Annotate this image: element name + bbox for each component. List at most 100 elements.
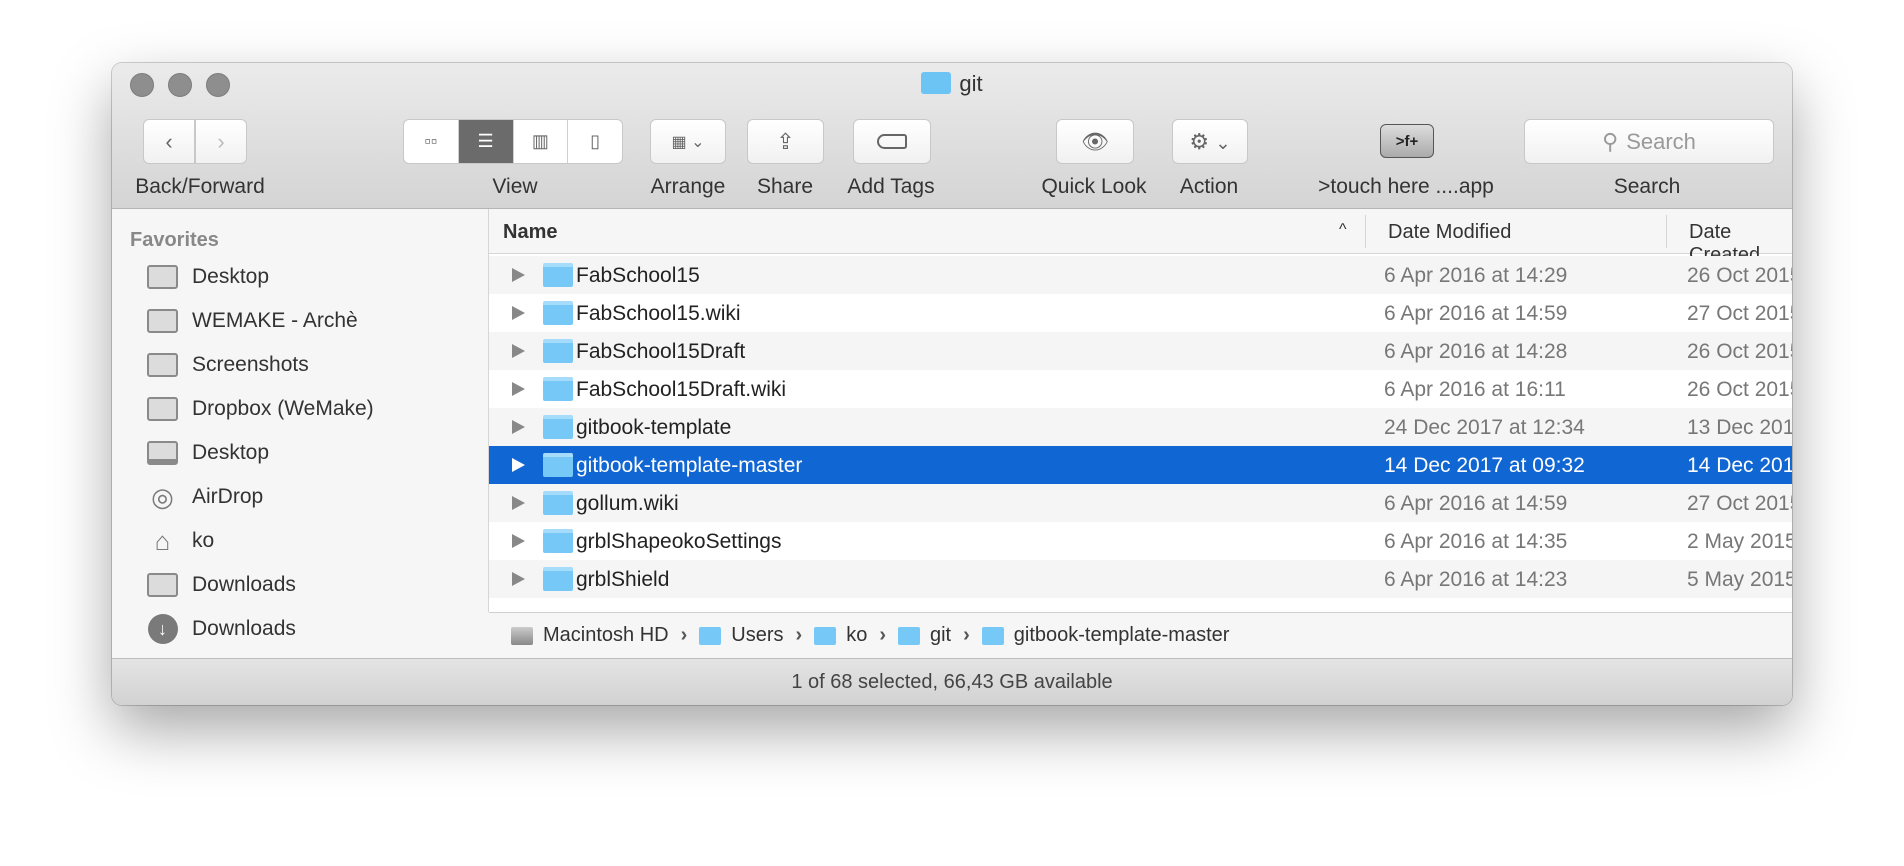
toolbar: git ‹ › Back/Forward ▫▫ ☰ ▥ ▯ View ▦ ⌄ A… xyxy=(112,63,1792,209)
disclosure-triangle-icon[interactable] xyxy=(512,496,525,510)
folder-icon xyxy=(543,567,573,591)
icon-view-button[interactable]: ▫▫ xyxy=(404,120,459,163)
quick-look-button[interactable]: 👁 xyxy=(1056,119,1134,164)
disclosure-triangle-icon[interactable] xyxy=(512,420,525,434)
chevron-right-icon: › xyxy=(879,624,886,646)
sidebar-item-desktop[interactable]: Desktop xyxy=(147,257,269,297)
view-switcher[interactable]: ▫▫ ☰ ▥ ▯ xyxy=(403,119,623,164)
folder-icon xyxy=(543,301,573,325)
sidebar-item-label: Downloads xyxy=(192,617,296,640)
folder-icon xyxy=(543,263,573,287)
favorites-heading: Favorites xyxy=(130,229,219,251)
gear-icon: ⚙ ⌄ xyxy=(1189,128,1231,154)
list-header: Name ^ Date Modified Date Created xyxy=(489,209,1792,266)
disclosure-triangle-icon[interactable] xyxy=(512,344,525,358)
column-divider[interactable] xyxy=(1365,215,1366,248)
finder-window: git ‹ › Back/Forward ▫▫ ☰ ▥ ▯ View ▦ ⌄ A… xyxy=(112,63,1792,705)
date-created: 27 Oct 2015 at 15:3 xyxy=(1687,302,1792,325)
table-row[interactable]: FabSchool15Draft 6 Apr 2016 at 14:28 26 … xyxy=(489,332,1792,370)
disclosure-triangle-icon[interactable] xyxy=(512,382,525,396)
sidebar-item-home[interactable]: ⌂ ko xyxy=(147,521,215,561)
table-row[interactable]: gollum.wiki 6 Apr 2016 at 14:59 27 Oct 2… xyxy=(489,484,1792,522)
date-modified: 6 Apr 2016 at 14:59 xyxy=(1384,492,1568,515)
date-created: 27 Oct 2015 at 11:2 xyxy=(1687,492,1792,515)
column-header-name[interactable]: Name xyxy=(503,221,557,244)
table-row[interactable] xyxy=(489,598,1792,612)
download-icon: ↓ xyxy=(147,614,178,644)
path-item[interactable]: ko xyxy=(846,624,867,647)
disclosure-triangle-icon[interactable] xyxy=(512,534,525,548)
folder-icon xyxy=(543,377,573,401)
path-item[interactable]: gitbook-template-master xyxy=(1014,624,1230,647)
back-button[interactable]: ‹ xyxy=(143,119,195,164)
cover-flow-button[interactable]: ▯ xyxy=(568,120,622,163)
file-list: Name ^ Date Modified Date Created FabSch… xyxy=(489,209,1792,612)
date-modified: 6 Apr 2016 at 14:59 xyxy=(1384,302,1568,325)
window-title: git xyxy=(112,71,1792,97)
sidebar-item-downloads[interactable]: Downloads xyxy=(147,565,296,605)
tag-icon xyxy=(877,134,907,149)
chevron-right-icon: › xyxy=(795,624,803,646)
action-label: Action xyxy=(1179,175,1239,198)
folder-icon xyxy=(921,72,952,94)
table-row[interactable]: grblShield 6 Apr 2016 at 14:23 5 May 201… xyxy=(489,560,1792,598)
add-tags-button[interactable] xyxy=(853,119,931,164)
sidebar-item-downloads-2[interactable]: ↓ Downloads xyxy=(147,609,296,649)
disclosure-triangle-icon[interactable] xyxy=(512,572,525,586)
disclosure-triangle-icon[interactable] xyxy=(512,458,525,472)
sort-ascending-icon: ^ xyxy=(1339,221,1347,238)
share-button[interactable]: ⇪ xyxy=(747,119,824,164)
sidebar-item-label: Dropbox (WeMake) xyxy=(192,397,374,420)
eye-icon: 👁 xyxy=(1081,128,1109,154)
table-row[interactable]: FabSchool15.wiki 6 Apr 2016 at 14:59 27 … xyxy=(489,294,1792,332)
forward-button[interactable]: › xyxy=(195,119,247,164)
folder-icon xyxy=(981,626,1004,645)
file-name: FabSchool15.wiki xyxy=(576,302,741,325)
column-divider[interactable] xyxy=(1666,215,1667,248)
sidebar-item-dropbox[interactable]: Dropbox (WeMake) xyxy=(147,389,374,429)
date-modified: 14 Dec 2017 at 09:32 xyxy=(1384,454,1585,477)
path-item[interactable]: Macintosh HD xyxy=(543,624,669,647)
folder-icon xyxy=(699,626,722,645)
column-header-modified[interactable]: Date Modified xyxy=(1388,221,1511,244)
touch-app-button[interactable]: >f+ xyxy=(1380,124,1434,158)
folder-icon xyxy=(147,396,178,422)
date-modified: 6 Apr 2016 at 14:28 xyxy=(1384,340,1568,363)
touch-app-label: >touch here ....app xyxy=(1318,175,1494,198)
table-row[interactable]: grblShapeokoSettings 6 Apr 2016 at 14:35… xyxy=(489,522,1792,560)
search-field[interactable]: ⚲ Search xyxy=(1524,119,1774,164)
sidebar-item-screenshots[interactable]: Screenshots xyxy=(147,345,309,385)
sidebar-item-label: Desktop xyxy=(192,441,270,464)
date-created: 26 Oct 2015 at 12:5 xyxy=(1687,378,1792,401)
table-row[interactable]: gitbook-template-master 14 Dec 2017 at 0… xyxy=(489,446,1792,484)
disclosure-triangle-icon[interactable] xyxy=(512,306,525,320)
table-row[interactable]: FabSchool15 6 Apr 2016 at 14:29 26 Oct 2… xyxy=(489,256,1792,294)
disclosure-triangle-icon[interactable] xyxy=(512,268,525,282)
table-row[interactable]: gitbook-template 24 Dec 2017 at 12:34 13… xyxy=(489,408,1792,446)
home-icon: ⌂ xyxy=(154,525,171,556)
arrange-label: Arrange xyxy=(650,175,726,198)
sidebar-item-wemake[interactable]: WEMAKE - Archè xyxy=(147,301,358,341)
date-created: 2 May 2015 at 02:0 xyxy=(1687,530,1792,553)
sidebar-item-airdrop[interactable]: ◎ AirDrop xyxy=(147,477,263,517)
table-row[interactable]: FabSchool15Draft.wiki 6 Apr 2016 at 16:1… xyxy=(489,370,1792,408)
arrange-icon: ▦ ⌄ xyxy=(671,133,705,151)
search-label: Search xyxy=(1613,175,1681,198)
sidebar-item-label: Screenshots xyxy=(192,353,309,376)
folder-icon xyxy=(147,352,178,378)
date-created: 14 Dec 2017 at 09:3 xyxy=(1687,454,1792,477)
title-text: git xyxy=(959,71,983,96)
date-created: 26 Oct 2015 at 11:4 xyxy=(1687,264,1792,287)
path-item[interactable]: Users xyxy=(731,624,783,647)
action-button[interactable]: ⚙ ⌄ xyxy=(1172,119,1248,164)
file-name: gitbook-template xyxy=(576,416,732,439)
file-name: grblShapeokoSettings xyxy=(576,530,782,553)
file-name: FabSchool15Draft.wiki xyxy=(576,378,787,401)
list-view-button[interactable]: ☰ xyxy=(458,120,514,163)
path-item[interactable]: git xyxy=(930,624,951,647)
date-modified: 6 Apr 2016 at 14:35 xyxy=(1384,530,1568,553)
sidebar-item-desktop-2[interactable]: Desktop xyxy=(147,433,269,473)
column-view-button[interactable]: ▥ xyxy=(514,120,569,163)
date-created: 26 Oct 2015 at 12:0 xyxy=(1687,340,1792,363)
arrange-button[interactable]: ▦ ⌄ xyxy=(650,119,726,164)
